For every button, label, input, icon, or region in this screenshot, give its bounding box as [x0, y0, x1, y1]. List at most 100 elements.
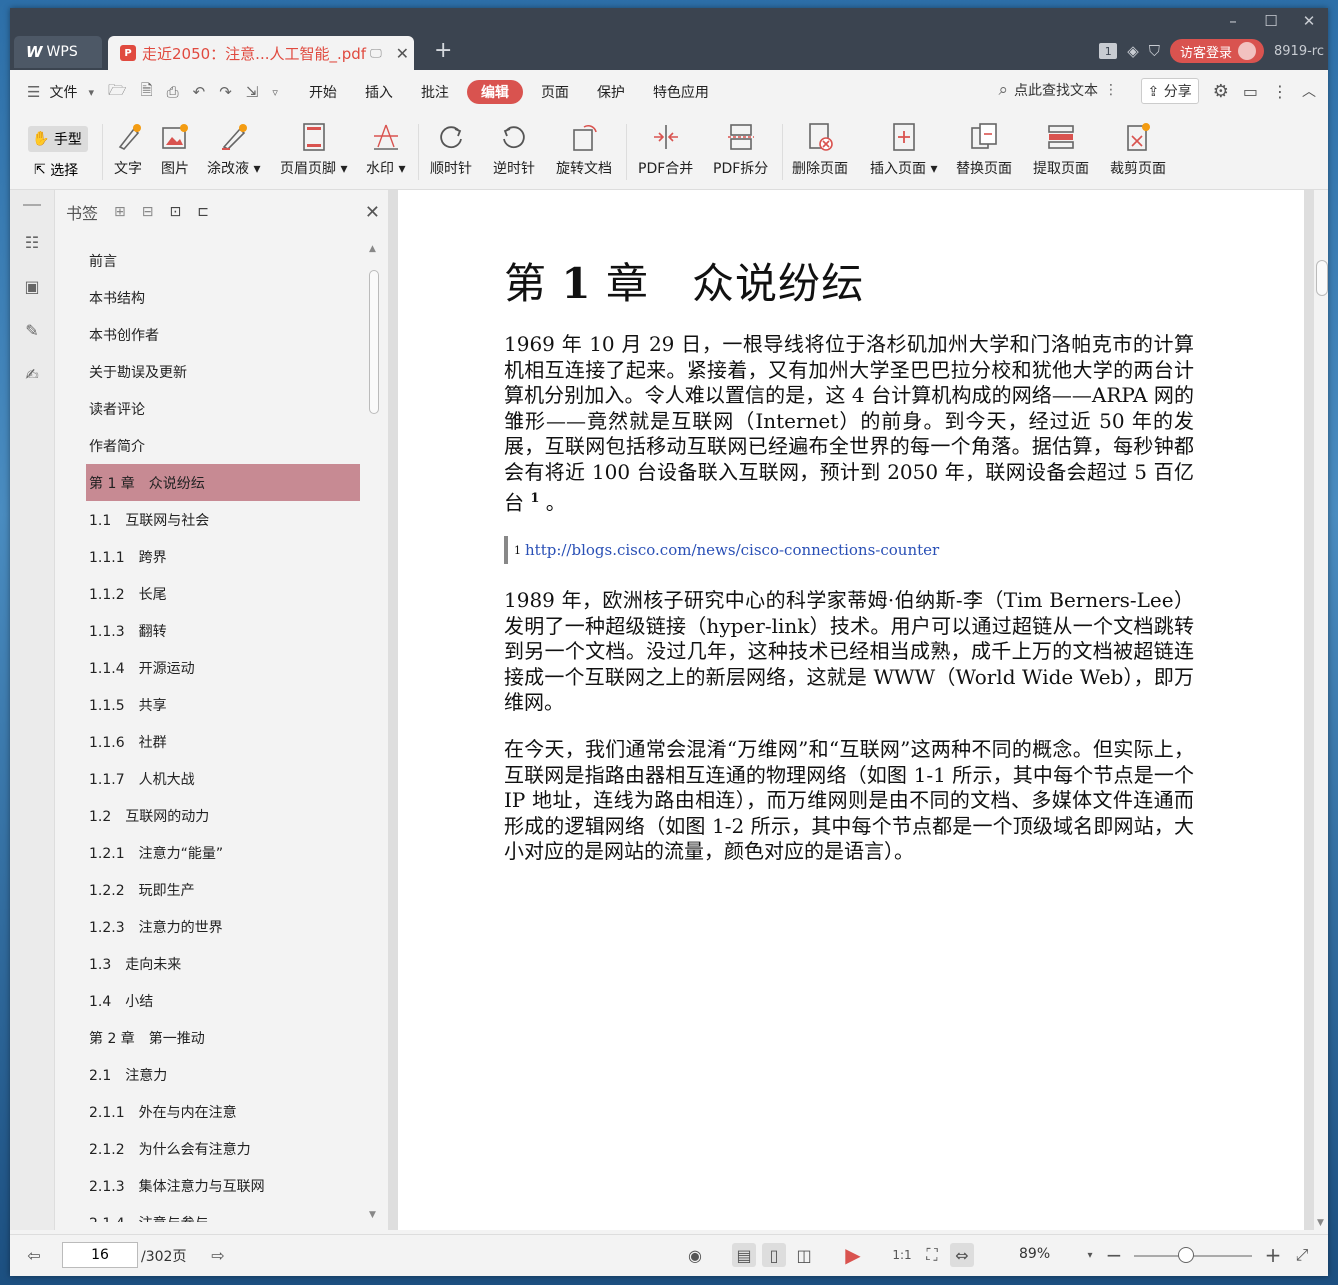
rotate-doc-button[interactable]: 旋转文档 [556, 122, 612, 178]
bookmark-item[interactable]: 作者简介 [86, 427, 360, 464]
open-folder-icon[interactable]: 🗁 [101, 80, 134, 105]
share-button[interactable]: ⇪ 分享 [1140, 78, 1199, 104]
menu-protect[interactable]: 保护 [583, 80, 639, 104]
replace-page-button[interactable]: 替换页面 [956, 122, 1012, 178]
bookmark-item[interactable]: 1.1.3 翻转 [86, 612, 360, 649]
single-page-icon[interactable]: ▯ [762, 1243, 786, 1267]
delete-page-button[interactable]: 删除页面 [792, 122, 848, 178]
bookmark-item[interactable]: 1.1.6 社群 [86, 723, 360, 760]
bookmark-item[interactable]: 1.2.1 注意力“能量” [86, 834, 360, 871]
bookmark-item[interactable]: 前言 [86, 242, 360, 279]
tab-document[interactable]: P 走近2050：注意...人工智能_.pdf 🖵 ✕ [108, 36, 414, 70]
menu-file[interactable]: 文件 [47, 80, 81, 104]
bookmark-item[interactable]: 本书创作者 [86, 316, 360, 353]
page-number-input[interactable]: 16 [62, 1242, 138, 1268]
maximize-button[interactable]: ☐ [1252, 8, 1290, 34]
bookmark-scroll-thumb[interactable] [369, 270, 379, 414]
pdf-split-button[interactable]: PDF拆分 [713, 122, 768, 178]
more-icon[interactable]: ⋮ [1104, 82, 1118, 98]
bookmark-item[interactable]: 1.4 小结 [86, 982, 360, 1019]
thumbnail-icon[interactable]: ▣ [20, 274, 44, 298]
select-tool-button[interactable]: ⇱ 选择 [28, 156, 88, 184]
export-icon[interactable]: ⇲ [239, 83, 266, 101]
prev-page-icon[interactable]: ⇦ [22, 1243, 46, 1267]
header-footer-button[interactable]: 页眉页脚 ▾ [280, 122, 347, 178]
hamburger-icon[interactable]: ☰ [20, 83, 47, 101]
outline-icon[interactable]: ☷ [20, 230, 44, 254]
bookmark-item[interactable]: 1.1 互联网与社会 [86, 501, 360, 538]
rotate-cw-button[interactable]: 顺时针 [430, 122, 472, 178]
expand-bookmark-icon[interactable]: ⊡ [169, 204, 181, 220]
more-vert-icon[interactable]: ⋮ [1272, 82, 1288, 101]
bookmark-item[interactable]: 1.3 走向未来 [86, 945, 360, 982]
more-quick-icon[interactable]: ▿ [265, 86, 285, 99]
extract-page-button[interactable]: 提取页面 [1033, 122, 1089, 178]
bookmark-item[interactable]: 2.1.3 集体注意力与互联网 [86, 1167, 360, 1204]
bookmark-item[interactable]: 第 2 章 第一推动 [86, 1019, 360, 1056]
text-tool-button[interactable]: 文字 [113, 122, 143, 178]
document-scrollbar[interactable]: ▼ [1314, 190, 1328, 1230]
scroll-up-arrow[interactable]: ▲ [369, 244, 376, 254]
hand-tool-button[interactable]: ✋ 手型 [28, 126, 88, 152]
bookmark-item[interactable]: 1.1.5 共享 [86, 686, 360, 723]
image-tool-button[interactable]: 图片 [160, 122, 190, 178]
add-bookmark-icon[interactable]: ⊞ [114, 204, 126, 220]
bookmark-scrollbar[interactable]: ▲ ▼ [366, 242, 380, 1222]
close-window-button[interactable]: ✕ [1290, 8, 1328, 34]
close-panel-icon[interactable]: ✕ [365, 202, 380, 223]
menu-edit[interactable]: 编辑 [466, 80, 523, 104]
bookmark-item[interactable]: 本书结构 [86, 279, 360, 316]
bookmark-item[interactable]: 读者评论 [86, 390, 360, 427]
crop-page-button[interactable]: 裁剪页面 [1110, 122, 1166, 178]
search-box[interactable]: ⌕ 点此查找文本 ⋮ [998, 80, 1118, 100]
bookmark-item[interactable]: 1.2.2 玩即生产 [86, 871, 360, 908]
bookmark-item[interactable]: 1.1.2 长尾 [86, 575, 360, 612]
bookmark-item[interactable]: 1.1.7 人机大战 [86, 760, 360, 797]
skin-icon[interactable]: ⛉ [1149, 42, 1160, 60]
zoom-level[interactable]: 89% [1019, 1246, 1050, 1262]
annotation-icon[interactable]: ✎ [20, 318, 44, 342]
fullscreen-icon[interactable]: ⤢ [1290, 1243, 1314, 1267]
tab-close-icon[interactable]: ✕ [396, 44, 409, 63]
two-page-icon[interactable]: ◫ [792, 1243, 816, 1267]
save-icon[interactable]: 🗎 [134, 80, 160, 105]
undo-icon[interactable]: ↶ [186, 83, 213, 101]
zoom-out-icon[interactable]: − [1102, 1243, 1126, 1267]
tab-wps-home[interactable]: W WPS [14, 36, 102, 68]
next-page-icon[interactable]: ⇨ [206, 1243, 230, 1267]
rotate-ccw-button[interactable]: 逆时针 [493, 122, 535, 178]
signature-icon[interactable]: ✍ [20, 362, 44, 386]
menu-annotate[interactable]: 批注 [407, 80, 463, 104]
menu-insert[interactable]: 插入 [351, 80, 407, 104]
minimize-button[interactable]: – [1214, 8, 1252, 34]
doc-scroll-down-arrow[interactable]: ▼ [1317, 1218, 1324, 1228]
insert-page-button[interactable]: 插入页面 ▾ [870, 122, 937, 178]
sync-icon[interactable]: ◈ [1127, 42, 1139, 60]
menu-start[interactable]: 开始 [295, 80, 351, 104]
bookmark-item[interactable]: 1.2.3 注意力的世界 [86, 908, 360, 945]
remove-bookmark-icon[interactable]: ⊟ [142, 204, 154, 220]
bookmark-item[interactable]: 2.1.4 注意与参与 [86, 1204, 360, 1223]
zoom-in-icon[interactable]: + [1261, 1243, 1285, 1267]
scroll-down-arrow[interactable]: ▼ [369, 1210, 376, 1220]
whiteout-tool-button[interactable]: 涂改液 ▾ [207, 122, 260, 178]
zoom-dropdown-icon[interactable]: ▾ [1078, 1243, 1102, 1267]
bookmark-item[interactable]: 1.2 互联网的动力 [86, 797, 360, 834]
bookmark-item[interactable]: 关于勘误及更新 [86, 353, 360, 390]
window-count-badge[interactable]: 1 [1099, 43, 1118, 59]
rail-collapse-handle[interactable] [23, 204, 41, 206]
new-tab-button[interactable]: + [434, 38, 452, 63]
zoom-slider-handle[interactable] [1178, 1247, 1194, 1263]
eye-protection-icon[interactable]: ◉ [683, 1243, 707, 1267]
collapse-ribbon-icon[interactable]: ︿ [1302, 81, 1316, 101]
bookmark-item[interactable]: 2.1 注意力 [86, 1056, 360, 1093]
bookmark-item[interactable]: 1.1.4 开源运动 [86, 649, 360, 686]
fit-page-icon[interactable]: ⛶ [920, 1243, 944, 1267]
fit-width-icon[interactable]: ⇔ [950, 1243, 974, 1267]
menu-features[interactable]: 特色应用 [639, 80, 723, 104]
menu-page[interactable]: 页面 [527, 80, 583, 104]
footnote-link[interactable]: http://blogs.cisco.com/news/cisco-connec… [525, 541, 939, 559]
chevron-down-icon[interactable]: ▾ [81, 86, 101, 99]
bookmark-item[interactable]: 第 1 章 众说纷纭 [86, 464, 360, 501]
print-icon[interactable]: ⎙ [160, 83, 186, 101]
